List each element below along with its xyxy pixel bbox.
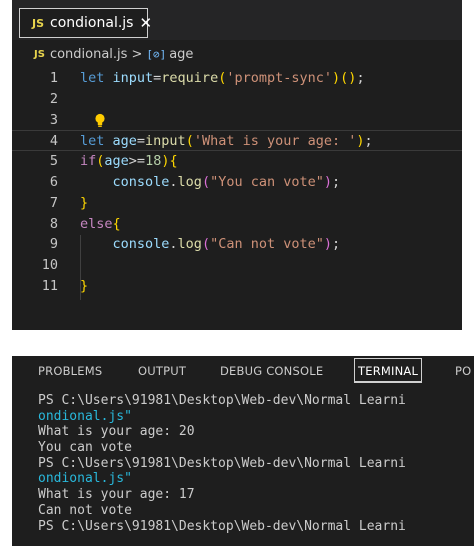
indent-guide	[80, 235, 81, 255]
line-number: 5	[49, 153, 58, 170]
code-token: }	[80, 277, 89, 294]
line-number: 4	[49, 133, 58, 150]
tab-label: condional.js	[50, 15, 134, 31]
code-token: .	[169, 173, 178, 190]
code-line[interactable]: 5 if(age>=18){	[12, 151, 462, 172]
code-token: input	[145, 133, 186, 150]
line-number: 6	[49, 173, 58, 190]
tab-problems[interactable]: PROBLEMS	[38, 364, 102, 378]
tab-debug-console[interactable]: DEBUG CONSOLE	[220, 364, 323, 378]
code-text: let input=require('prompt-sync')();	[80, 68, 365, 89]
code-token: require	[161, 70, 219, 86]
code-line[interactable]: 2	[12, 89, 462, 110]
code-text: console.log("Can not vote");	[80, 234, 341, 255]
terminal-line: PS C:\Users\91981\Desktop\Web-dev\Normal…	[38, 393, 406, 408]
code-line[interactable]: 7}	[12, 193, 462, 214]
code-token: {	[169, 153, 178, 170]
terminal-line: ondional.js"	[38, 408, 132, 424]
code-token: else	[80, 215, 113, 232]
line-number: 11	[41, 277, 58, 294]
code-token: log	[177, 173, 202, 190]
code-token: age	[112, 133, 137, 150]
code-line[interactable]: 4 let age=input('What is your age: ');	[12, 130, 462, 152]
code-token: 'prompt-sync'	[226, 70, 333, 86]
close-icon[interactable]: ✕	[139, 14, 152, 32]
code-token: 18	[145, 153, 162, 170]
line-number: 7	[49, 194, 58, 211]
code-token: ;	[332, 173, 341, 190]
code-token: .	[169, 236, 178, 253]
code-text: if(age>=18){	[80, 151, 178, 172]
line-number: 1	[49, 70, 58, 86]
code-token: ;	[356, 70, 365, 86]
code-token: )	[356, 133, 365, 150]
terminal-panel[interactable]: PROBLEMS OUTPUT DEBUG CONSOLE TERMINAL P…	[12, 356, 474, 546]
line-number: 2	[49, 90, 58, 107]
terminal-line: You can vote	[38, 440, 132, 456]
javascript-file-icon: JS	[34, 48, 45, 60]
code-token: input	[112, 70, 154, 86]
terminal-line: PS C:\Users\91981\Desktop\Web-dev\Normal…	[38, 455, 406, 471]
code-token: console	[80, 173, 170, 190]
code-text: console.log("You can vote");	[80, 172, 341, 193]
code-line[interactable]: 8 else{	[12, 214, 462, 235]
tab-ports[interactable]: PO	[455, 364, 471, 378]
code-token: )	[323, 173, 333, 190]
code-token: ;	[364, 133, 373, 150]
terminal-output[interactable]: PS C:\Users\91981\Desktop\Web-dev\Normal…	[38, 393, 474, 534]
line-number: 10	[41, 257, 58, 274]
javascript-file-icon: JS	[32, 16, 45, 30]
terminal-line: What is your age: 17	[38, 487, 195, 503]
tab-output[interactable]: OUTPUT	[138, 364, 186, 378]
breadcrumb: JS condional.js > [⊘] age	[12, 40, 462, 68]
code-token: =	[136, 133, 146, 150]
code-token: (	[185, 133, 194, 150]
editor-tab-bar: JS condional.js ✕	[12, 0, 462, 40]
tab-terminal[interactable]: TERMINAL	[354, 358, 423, 383]
code-token: let	[80, 133, 113, 150]
code-text: }	[80, 193, 88, 214]
lightbulb-icon[interactable]	[94, 113, 106, 128]
code-token: )	[323, 236, 333, 253]
code-token: "Can not vote"	[210, 236, 324, 253]
terminal-line: Can not vote	[38, 502, 132, 518]
code-text: let age=input('What is your age: ');	[80, 131, 373, 152]
code-token: (	[201, 236, 211, 253]
code-token: (	[201, 173, 211, 190]
code-text: }	[80, 276, 88, 297]
line-number: 3	[49, 111, 58, 128]
variable-symbol-icon: [⊘]	[146, 47, 167, 61]
code-line[interactable]: 1 let input=require('prompt-sync')();	[12, 68, 462, 89]
code-token: if	[80, 153, 97, 170]
line-number: 9	[49, 236, 58, 253]
terminal-line: What is your age: 20	[38, 424, 195, 440]
code-token: console	[80, 236, 170, 253]
line-number: 8	[49, 215, 58, 232]
breadcrumb-file[interactable]: condional.js	[50, 47, 128, 62]
code-text: else{	[80, 214, 121, 235]
code-token: 'What is your age: '	[193, 133, 357, 150]
code-token: >=	[128, 153, 146, 170]
code-token: }	[80, 194, 89, 211]
editor-tab-condional-js[interactable]: JS condional.js ✕	[19, 8, 152, 38]
code-line[interactable]: 6 console.log("You can vote");	[12, 172, 462, 193]
chevron-right-icon: >	[131, 46, 143, 62]
code-token: "You can vote"	[210, 173, 324, 190]
code-token: {	[112, 215, 121, 232]
code-line[interactable]: 3	[12, 110, 462, 131]
panel-tab-bar: PROBLEMS OUTPUT DEBUG CONSOLE TERMINAL P…	[12, 356, 474, 386]
code-editor[interactable]: JS condional.js ✕ JS condional.js > [⊘] …	[12, 0, 462, 330]
terminal-line: ondional.js"	[38, 471, 132, 487]
indent-guide	[80, 255, 81, 300]
breadcrumb-symbol[interactable]: age	[169, 47, 193, 62]
code-token: let	[80, 70, 113, 86]
terminal-line: PS C:\Users\91981\Desktop\Web-dev\Normal…	[38, 518, 406, 534]
code-token: ;	[332, 236, 341, 253]
code-token: age	[104, 153, 129, 170]
code-token: )	[332, 70, 341, 86]
code-token: log	[177, 236, 202, 253]
